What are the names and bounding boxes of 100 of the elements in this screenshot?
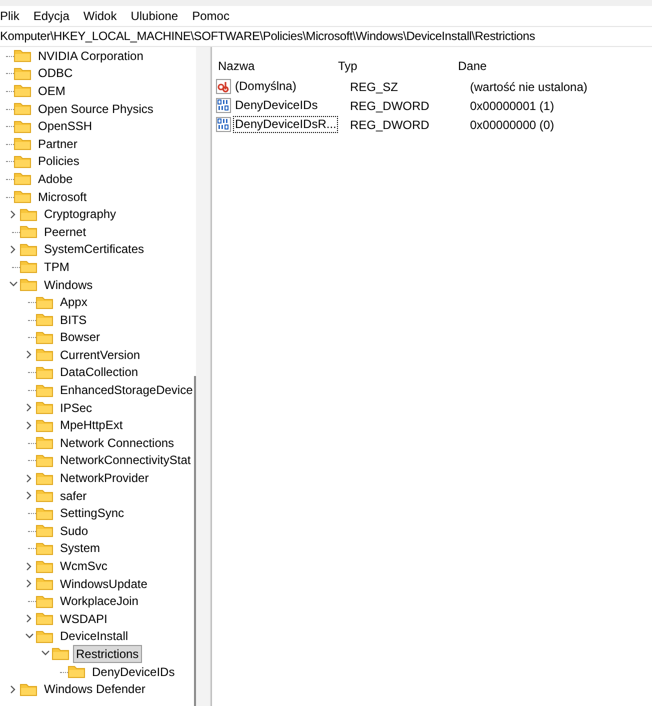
folder-icon <box>36 330 53 344</box>
tree-item[interactable]: WcmSvc <box>57 557 110 576</box>
value-name[interactable]: DenyDeviceIDsR... <box>233 116 338 133</box>
expand-chevron-icon[interactable] <box>24 614 34 624</box>
folder-icon <box>36 384 53 397</box>
folder-icon <box>36 524 53 538</box>
tree-item[interactable]: WorkplaceJoin <box>57 592 142 610</box>
menu-item[interactable]: Edycja <box>26 6 76 26</box>
folder-icon <box>36 418 53 432</box>
tree-item[interactable]: BITS <box>57 310 90 329</box>
folder-icon <box>36 366 53 379</box>
expand-chevron-icon[interactable] <box>24 474 34 483</box>
value-type: REG_DWORD <box>350 98 430 112</box>
tree-item[interactable]: Windows Defender <box>41 680 148 698</box>
menu-item[interactable]: Widok <box>76 6 124 26</box>
tree-item[interactable]: Cryptography <box>41 205 120 224</box>
tree-item[interactable]: EnhancedStorageDevice <box>57 381 196 400</box>
tree-item[interactable]: Adobe <box>35 170 76 188</box>
expand-chevron-icon[interactable] <box>8 684 18 694</box>
folder-icon <box>36 560 53 573</box>
value-data: 0x00000001 (1) <box>470 98 554 112</box>
tree-item[interactable]: DeviceInstall <box>57 627 132 646</box>
tree-item[interactable]: Restrictions <box>73 644 142 663</box>
folder-icon <box>36 612 53 626</box>
folder-icon <box>36 348 53 362</box>
folder-icon <box>14 137 31 150</box>
tree-item[interactable]: Sudo <box>57 522 92 540</box>
folder-icon <box>14 102 31 116</box>
scrollbar-thumb[interactable] <box>194 376 196 706</box>
folder-icon <box>36 296 53 309</box>
menu-item[interactable]: Pomoc <box>185 6 236 26</box>
menu-item[interactable]: Ulubione <box>124 6 186 26</box>
tree-item[interactable]: safer <box>57 486 90 505</box>
value-data: 0x00000000 (0) <box>470 118 554 132</box>
tree-item[interactable]: NetworkProvider <box>57 469 152 488</box>
expand-chevron-icon[interactable] <box>24 350 34 360</box>
expand-chevron-icon[interactable] <box>24 403 34 412</box>
tree-item[interactable]: Bowser <box>57 328 104 346</box>
tree-item[interactable]: CurrentVersion <box>57 346 144 364</box>
expand-chevron-icon[interactable] <box>24 579 34 588</box>
folder-icon <box>14 190 31 204</box>
tree-item[interactable]: DenyDeviceIDs <box>89 662 178 681</box>
folder-icon <box>20 260 37 274</box>
value-type: REG_DWORD <box>350 118 430 132</box>
expand-chevron-icon[interactable] <box>24 491 34 500</box>
tree-item[interactable]: Appx <box>57 293 90 312</box>
tree-item[interactable]: ODBC <box>35 64 76 82</box>
tree-item[interactable]: SettingSync <box>57 504 128 522</box>
folder-icon <box>68 665 85 678</box>
tree-item[interactable]: DataCollection <box>57 363 142 382</box>
tree-item[interactable]: WSDAPI <box>57 610 110 628</box>
tree-item[interactable]: IPSec <box>57 398 96 417</box>
tree-item[interactable]: NVIDIA Corporation <box>35 47 146 65</box>
expand-chevron-icon[interactable] <box>24 420 34 430</box>
column-header[interactable]: Dane <box>458 55 652 77</box>
folder-icon <box>14 49 31 62</box>
expand-chevron-icon[interactable] <box>8 210 18 219</box>
tree-item[interactable]: Network Connections <box>57 434 178 452</box>
value-name[interactable]: DenyDeviceIDs <box>233 97 320 114</box>
folder-icon <box>20 225 37 238</box>
address-bar[interactable]: Komputer\HKEY_LOCAL_MACHINE\SOFTWARE\Policies\Microsoft\Windows\DeviceInstall\Restrictions <box>0 26 652 47</box>
folder-icon <box>52 647 69 660</box>
folder-icon <box>14 66 31 80</box>
tree-item[interactable]: OpenSSH <box>35 117 96 136</box>
folder-icon <box>14 172 31 186</box>
folder-icon <box>20 682 37 696</box>
folder-icon <box>20 278 37 292</box>
collapse-chevron-icon[interactable] <box>24 632 34 641</box>
value-type: REG_SZ <box>350 80 400 94</box>
tree-item[interactable]: Microsoft <box>35 188 90 206</box>
tree-item[interactable]: NetworkConnectivityStat <box>57 451 194 470</box>
folder-icon <box>20 208 37 221</box>
tree-item[interactable]: TPM <box>41 258 72 276</box>
folder-icon <box>36 489 53 502</box>
folder-icon <box>36 472 53 485</box>
tree-item[interactable]: Open Source Physics <box>35 100 156 118</box>
column-header[interactable]: Nazwa <box>218 55 338 77</box>
folder-icon <box>36 313 53 326</box>
tree-item[interactable]: SystemCertificates <box>41 240 148 258</box>
tree-item[interactable]: Policies <box>35 152 82 170</box>
menu-item[interactable]: Plik <box>0 6 26 26</box>
folder-icon <box>36 454 53 467</box>
tree-item[interactable]: WindowsUpdate <box>57 574 150 593</box>
tree-item[interactable]: Partner <box>35 134 80 153</box>
tree-item[interactable]: Peernet <box>41 222 90 241</box>
column-header[interactable]: Typ <box>338 55 458 77</box>
value-data: (wartość nie ustalona) <box>470 80 588 94</box>
expand-chevron-icon[interactable] <box>24 562 34 571</box>
tree-item[interactable]: System <box>57 539 104 558</box>
tree-item[interactable]: OEM <box>35 82 68 100</box>
value-name[interactable]: (Domyślna) <box>233 78 298 95</box>
binary-value-icon <box>216 117 231 132</box>
expand-chevron-icon[interactable] <box>8 244 18 254</box>
folder-icon <box>36 436 53 450</box>
tree-item[interactable]: MpeHttpExt <box>57 416 126 434</box>
folder-icon <box>36 577 53 590</box>
binary-value-icon <box>216 98 231 113</box>
folder-icon <box>14 154 31 168</box>
string-value-icon <box>216 79 231 94</box>
tree-item[interactable]: Windows <box>41 276 96 294</box>
